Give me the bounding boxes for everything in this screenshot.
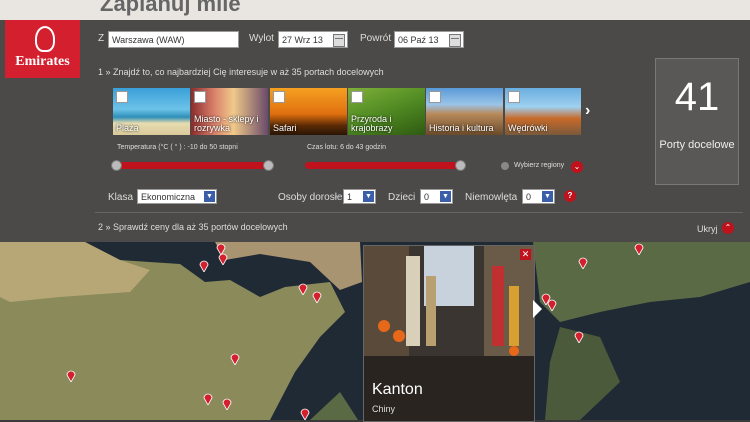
popup-pointer-icon [533,300,542,318]
map-pin-icon[interactable] [300,407,310,420]
step2-text: 2 » Sprawdź ceny dla aż 35 portów docelo… [98,222,288,232]
map-pin-icon[interactable] [66,369,76,382]
chevron-down-icon[interactable]: ⌄ [571,161,583,173]
map-pin-icon[interactable] [312,290,322,303]
category-city[interactable]: Miasto - sklepy i rozrywka [191,88,268,135]
close-icon[interactable]: ✕ [520,249,531,260]
map-pin-icon[interactable] [578,256,588,269]
flight-time-slider[interactable] [305,160,466,171]
map-pin-icon[interactable] [574,330,584,343]
popup-country: Chiny [372,404,396,414]
chevron-right-icon[interactable]: › [585,102,590,120]
chevron-down-icon[interactable]: ▼ [363,191,374,202]
popup-city: Kanton [372,381,423,398]
depart-date-value: 27 Wrz 13 [282,35,323,45]
checkbox[interactable] [429,91,441,103]
category-beach[interactable]: Plaża [113,88,190,135]
class-label: Klasa [108,192,134,203]
logo-text: Emirates [15,54,70,69]
map-pin-icon[interactable] [203,392,213,405]
slider-handle-max[interactable] [455,160,466,171]
destinations-caption: Porty docelowe [659,139,735,151]
return-date-value: 06 Paź 13 [398,35,439,45]
adults-value: 1 [347,192,353,202]
category-label: Historia i kultura [429,123,494,133]
from-label: Z [98,33,105,44]
children-value: 0 [424,192,430,202]
chevron-down-icon[interactable]: ▼ [542,191,553,202]
destinations-counter: 41 Porty docelowe [655,58,739,185]
emblem-icon [35,26,55,52]
step1-text: 1 » Znajdź to, co najbardziej Cię intere… [98,67,384,77]
destinations-count: 41 [674,75,720,119]
adults-label: Osoby dorosłe [278,192,343,203]
category-label: Przyroda i krajobrazy [351,114,393,133]
map-pin-icon[interactable] [222,397,232,410]
from-field[interactable]: Warszawa (WAW) [108,31,239,48]
category-label: Plaża [116,123,139,133]
category-history[interactable]: Historia i kultura [426,88,503,135]
children-label: Dzieci [388,192,416,203]
slider-handle-min[interactable] [111,160,122,171]
map-pin-icon[interactable] [199,259,209,272]
map-pin-icon[interactable] [547,298,557,311]
checkbox[interactable] [116,91,128,103]
chevron-down-icon[interactable]: ▼ [204,191,215,202]
flight-time-label: Czas lotu: 6 do 43 godzin [307,144,386,151]
map-pin-icon[interactable] [298,282,308,295]
calendar-icon[interactable] [333,34,345,47]
planner-panel: Emirates Z Warszawa (WAW) Wylot 27 Wrz 1… [0,20,750,242]
temperature-label: Temperatura (°C ( ° ) : -10 do 50 stopni [117,144,238,151]
infants-select[interactable]: 0 ▼ [522,189,555,204]
class-value: Ekonomiczna [141,192,196,202]
category-nature[interactable]: Przyroda i krajobrazy [348,88,425,135]
return-label: Powrót [360,33,392,44]
checkbox[interactable] [351,91,363,103]
temperature-slider[interactable] [111,160,274,171]
infants-value: 0 [526,192,532,202]
children-select[interactable]: 0 ▼ [420,189,453,204]
globe-icon [501,162,509,170]
chevron-down-icon[interactable]: ▼ [440,191,451,202]
depart-date-field[interactable]: 27 Wrz 13 [278,31,348,48]
class-select[interactable]: Ekonomiczna ▼ [137,189,217,204]
checkbox[interactable] [508,91,520,103]
madagascar-region [310,392,358,420]
chevron-up-icon[interactable]: ⌃ [722,222,734,234]
infants-label: Niemowlęta [465,192,518,203]
category-safari[interactable]: Safari [270,88,347,135]
regions-label[interactable]: Wybierz regiony [514,162,564,169]
slider-handle-max[interactable] [263,160,274,171]
top-bar: Zaplanuj mile [0,0,750,20]
category-label: Safari [273,123,297,133]
checkbox[interactable] [273,91,285,103]
destination-popup[interactable]: ✕ Kanton Chiny [363,245,535,422]
category-hiking[interactable]: Wędrówki [505,88,581,135]
category-label: Miasto - sklepy i rozrywka [194,114,259,133]
map-pin-icon[interactable] [218,252,228,265]
calendar-icon[interactable] [449,34,461,47]
divider [95,212,743,213]
adults-select[interactable]: 1 ▼ [343,189,376,204]
emirates-logo[interactable]: Emirates [5,20,80,78]
category-label: Wędrówki [508,123,548,133]
depart-label: Wylot [249,33,274,44]
page-title: Zaplanuj mile [100,0,241,16]
map-pin-icon[interactable] [634,242,644,255]
help-icon[interactable]: ? [564,190,576,202]
map-pin-icon[interactable] [230,352,240,365]
checkbox[interactable] [194,91,206,103]
return-date-field[interactable]: 06 Paź 13 [394,31,464,48]
hide-label[interactable]: Ukryj [697,224,718,234]
arabia-landmass [215,242,362,290]
